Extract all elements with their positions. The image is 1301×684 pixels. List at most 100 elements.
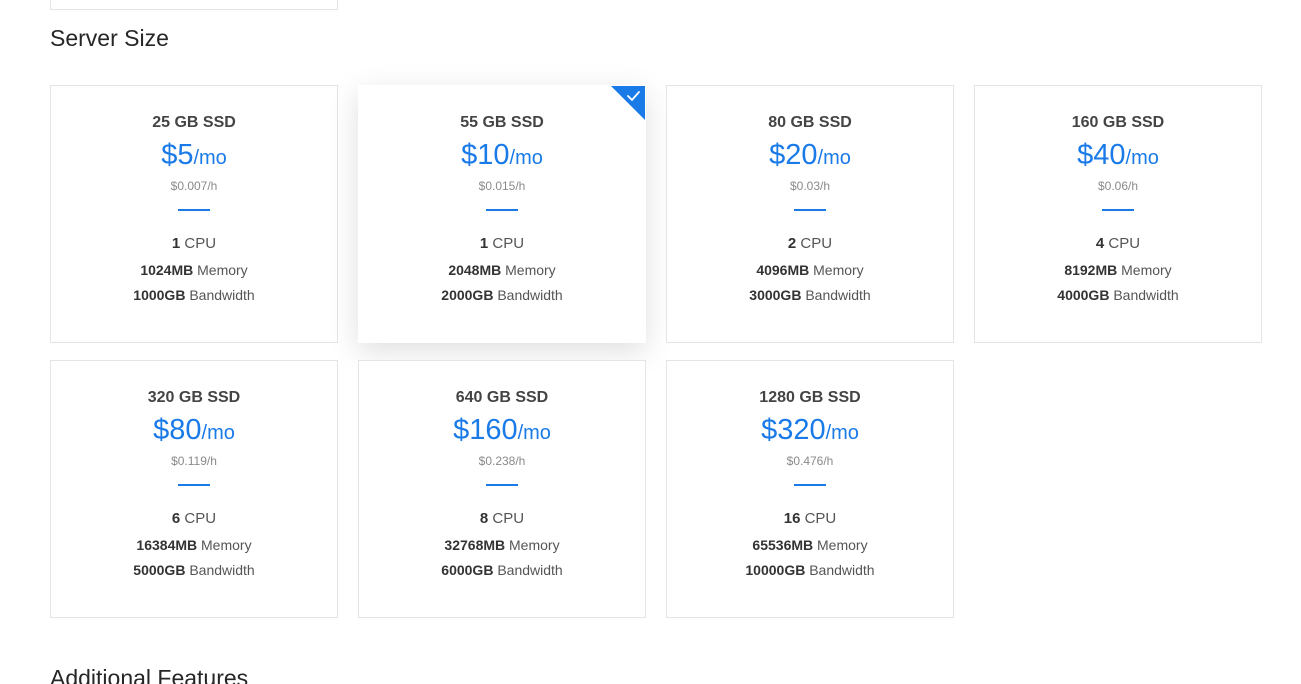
plan-bandwidth-label: Bandwidth <box>497 287 563 303</box>
plan-price-period: /mo <box>509 147 543 169</box>
plan-memory-label: Memory <box>813 262 864 278</box>
plan-cpu-value: 16 <box>783 510 801 527</box>
plan-cpu: 4 CPU <box>975 235 1261 252</box>
plan-memory-value: 8192MB <box>1064 262 1118 278</box>
plan-bandwidth-label: Bandwidth <box>189 562 255 578</box>
plan-price: $80/mo <box>51 413 337 452</box>
plan-price-period: /mo <box>517 422 551 444</box>
plan-cpu-label: CPU <box>492 510 525 527</box>
plan-hourly-price: $0.238/h <box>478 454 526 468</box>
plan-price-amount: $80 <box>153 414 202 446</box>
previous-section-box <box>50 0 338 10</box>
plan-memory: 16384MB Memory <box>51 537 337 554</box>
plan-bandwidth-label: Bandwidth <box>497 562 563 578</box>
plan-price-amount: $40 <box>1077 139 1126 171</box>
plan-bandwidth-value: 1000GB <box>133 287 186 303</box>
plan-bandwidth: 4000GB Bandwidth <box>975 287 1261 304</box>
plan-memory-label: Memory <box>817 537 868 553</box>
plan-memory-label: Memory <box>1121 262 1172 278</box>
plan-hourly-price: $0.03/h <box>789 179 831 193</box>
plan-disk: 320 GB SSD <box>147 389 241 406</box>
additional-features-heading: Additional Features <box>50 665 249 684</box>
plan-price-amount: $320 <box>761 414 826 446</box>
plan-price-amount: $20 <box>769 139 818 171</box>
plan-bandwidth: 1000GB Bandwidth <box>51 287 337 304</box>
plan-cpu: 16 CPU <box>667 510 953 527</box>
plan-memory-value: 1024MB <box>140 262 194 278</box>
plan-bandwidth: 3000GB Bandwidth <box>667 287 953 304</box>
plan-divider <box>178 484 210 486</box>
plan-card[interactable]: 55 GB SSD $10/mo $0.015/h 1 CPU 2048MB Memor… <box>358 85 646 343</box>
plan-bandwidth: 6000GB Bandwidth <box>359 562 645 579</box>
plan-bandwidth-value: 4000GB <box>1057 287 1110 303</box>
plan-disk: 80 GB SSD <box>768 114 852 131</box>
page: Server Size 25 GB SSD $5/mo $0.007/h 1 CPU 1… <box>0 0 1301 684</box>
plan-card[interactable]: 80 GB SSD $20/mo $0.03/h 2 CPU 4096MB Memory… <box>666 85 954 343</box>
plan-memory-value: 4096MB <box>756 262 810 278</box>
plan-disk: 25 GB SSD <box>152 114 236 131</box>
plan-price: $10/mo <box>359 138 645 177</box>
plan-memory: 65536MB Memory <box>667 537 953 554</box>
plan-price-period: /mo <box>825 422 859 444</box>
plan-bandwidth: 2000GB Bandwidth <box>359 287 645 304</box>
server-size-heading: Server Size <box>50 25 169 51</box>
plan-cpu-value: 2 <box>787 235 797 252</box>
plan-price: $40/mo <box>975 138 1261 177</box>
plan-cpu-label: CPU <box>492 235 525 252</box>
plan-card[interactable]: 160 GB SSD $40/mo $0.06/h 4 CPU 8192MB Memor… <box>974 85 1262 343</box>
plan-divider <box>1102 209 1134 211</box>
plan-memory-label: Memory <box>509 537 560 553</box>
plan-cpu-label: CPU <box>1108 235 1141 252</box>
plan-disk: 160 GB SSD <box>1071 114 1165 131</box>
plan-cpu: 2 CPU <box>667 235 953 252</box>
plan-divider <box>178 209 210 211</box>
plan-divider <box>486 209 518 211</box>
plan-disk: 55 GB SSD <box>460 114 544 131</box>
plan-bandwidth: 5000GB Bandwidth <box>51 562 337 579</box>
plan-bandwidth-value: 2000GB <box>441 287 494 303</box>
plan-bandwidth-value: 3000GB <box>749 287 802 303</box>
plan-hourly-price: $0.06/h <box>1097 179 1139 193</box>
plan-card[interactable]: 640 GB SSD $160/mo $0.238/h 8 CPU 32768MB Me… <box>358 360 646 618</box>
plan-card[interactable]: 320 GB SSD $80/mo $0.119/h 6 CPU 16384MB Mem… <box>50 360 338 618</box>
plan-memory-value: 65536MB <box>752 537 814 553</box>
plan-price-period: /mo <box>1125 147 1159 169</box>
plan-cpu-label: CPU <box>184 235 217 252</box>
plan-price-period: /mo <box>817 147 851 169</box>
plan-cpu: 8 CPU <box>359 510 645 527</box>
plan-cpu-value: 1 <box>479 235 489 252</box>
plan-memory-value: 2048MB <box>448 262 502 278</box>
plan-bandwidth-value: 6000GB <box>441 562 494 578</box>
plan-card[interactable]: 25 GB SSD $5/mo $0.007/h 1 CPU 1024MB Memory… <box>50 85 338 343</box>
plan-hourly-price: $0.015/h <box>478 179 526 193</box>
plan-memory: 4096MB Memory <box>667 262 953 279</box>
plan-cpu-value: 8 <box>479 510 489 527</box>
plan-price: $20/mo <box>667 138 953 177</box>
plan-cpu-label: CPU <box>804 510 837 527</box>
plan-memory: 32768MB Memory <box>359 537 645 554</box>
plan-memory: 2048MB Memory <box>359 262 645 279</box>
plan-price: $5/mo <box>51 138 337 177</box>
plan-hourly-price: $0.119/h <box>171 454 217 468</box>
plan-card[interactable]: 1280 GB SSD $320/mo $0.476/h 16 CPU 65536MB … <box>666 360 954 618</box>
plan-cpu-value: 1 <box>171 235 181 252</box>
plan-divider <box>486 484 518 486</box>
plan-cpu-label: CPU <box>800 235 833 252</box>
plan-bandwidth: 10000GB Bandwidth <box>667 562 953 579</box>
selected-check-icon <box>611 86 645 120</box>
plan-disk: 1280 GB SSD <box>759 389 861 406</box>
plan-hourly-price: $0.007/h <box>170 179 218 193</box>
plan-bandwidth-label: Bandwidth <box>1113 287 1179 303</box>
plan-bandwidth-value: 10000GB <box>745 562 806 578</box>
plan-memory-label: Memory <box>201 537 252 553</box>
plan-grid: 25 GB SSD $5/mo $0.007/h 1 CPU 1024MB Memory… <box>50 85 1262 618</box>
plan-memory-value: 32768MB <box>444 537 506 553</box>
plan-hourly-price: $0.476/h <box>786 454 834 468</box>
plan-price-period: /mo <box>201 422 235 444</box>
plan-memory-label: Memory <box>197 262 248 278</box>
plan-cpu-value: 6 <box>171 510 181 527</box>
plan-cpu: 1 CPU <box>359 235 645 252</box>
plan-bandwidth-label: Bandwidth <box>805 287 871 303</box>
plan-disk: 640 GB SSD <box>455 389 549 406</box>
plan-cpu: 6 CPU <box>51 510 337 527</box>
